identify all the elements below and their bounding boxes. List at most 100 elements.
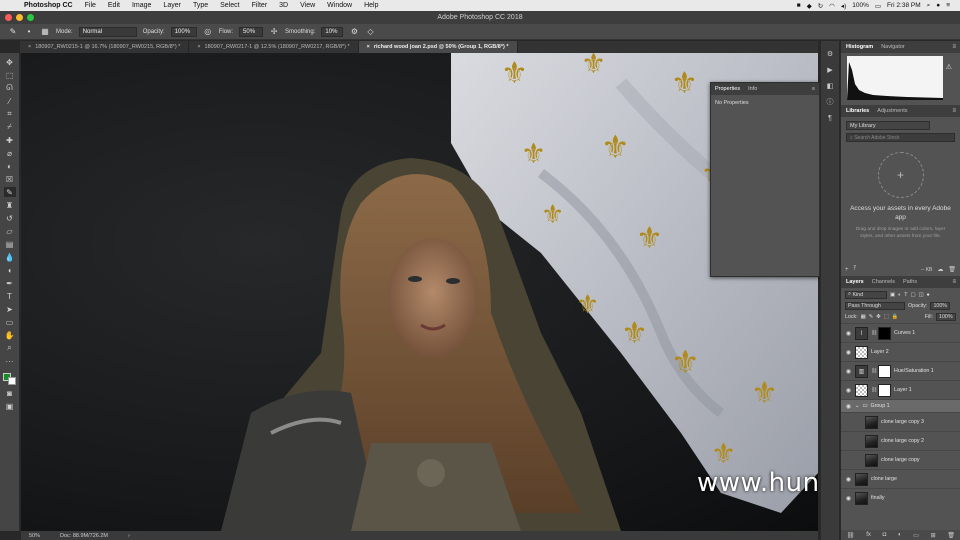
search-icon[interactable]: ⌕ bbox=[927, 2, 931, 10]
tab-document-1[interactable]: × 180907_RW0215-1 @ 16.7% (180907_RW0215… bbox=[20, 41, 190, 53]
lasso-tool-icon[interactable]: ᘏ bbox=[4, 83, 16, 93]
panel-menu-icon[interactable]: ≡ bbox=[952, 108, 956, 114]
layer-name[interactable]: finally bbox=[871, 495, 885, 501]
panel-menu-icon[interactable]: ≡ bbox=[812, 86, 819, 92]
visibility-eye-icon[interactable]: ◉ bbox=[845, 387, 852, 394]
filter-type-icon[interactable]: T bbox=[904, 292, 907, 298]
fill-field[interactable]: 100% bbox=[936, 312, 956, 321]
tab-close-icon[interactable]: × bbox=[197, 44, 200, 50]
menu-image[interactable]: Image bbox=[126, 2, 157, 9]
menu-window[interactable]: Window bbox=[321, 2, 358, 9]
screen-mode-icon[interactable]: ▣ bbox=[4, 401, 16, 411]
lock-all-icon[interactable]: 🔒 bbox=[892, 314, 899, 320]
layer-row[interactable]: clone large copy 3 bbox=[841, 412, 960, 431]
flow-field[interactable]: 50% bbox=[239, 26, 264, 37]
lock-move-icon[interactable]: ✥ bbox=[876, 314, 880, 320]
menu-view[interactable]: View bbox=[294, 2, 321, 9]
tab-properties[interactable]: Properties bbox=[715, 86, 740, 92]
path-select-tool-icon[interactable]: ➤ bbox=[4, 304, 16, 314]
shape-tool-icon[interactable]: ▭ bbox=[4, 317, 16, 327]
healing-brush-tool-icon[interactable]: ✚ bbox=[4, 135, 16, 145]
wifi-icon[interactable]: ◠ bbox=[829, 2, 835, 10]
link-layers-icon[interactable]: ⛓ bbox=[847, 532, 855, 539]
menu-list-icon[interactable]: ≡ bbox=[946, 2, 950, 9]
menu-file[interactable]: File bbox=[79, 2, 102, 9]
filter-pixel-icon[interactable]: ▣ bbox=[890, 292, 895, 298]
lock-artboard-icon[interactable]: ⬚ bbox=[884, 314, 889, 320]
info-panel-icon[interactable]: ⓘ bbox=[825, 97, 835, 107]
mask-link-icon[interactable]: ⛓ bbox=[871, 330, 877, 336]
layer-mask-thumbnail[interactable] bbox=[878, 326, 891, 340]
layer-name[interactable]: Layer 1 bbox=[894, 387, 912, 393]
layer-name[interactable]: Curves 1 bbox=[894, 330, 915, 336]
pen-tool-icon[interactable]: ✒ bbox=[4, 278, 16, 288]
background-color-swatch[interactable] bbox=[7, 377, 16, 385]
filter-shape-icon[interactable]: ▢ bbox=[910, 292, 915, 298]
marquee-tool-icon[interactable]: ⬚ bbox=[4, 70, 16, 80]
history-brush-tool-icon[interactable]: ↺ bbox=[4, 213, 16, 223]
visibility-eye-icon[interactable]: ◉ bbox=[845, 403, 852, 410]
menu-help[interactable]: Help bbox=[358, 2, 384, 9]
brush-settings-icon[interactable]: ▦ bbox=[40, 27, 50, 37]
panel-menu-icon[interactable]: ≡ bbox=[952, 44, 956, 50]
brush-tool-icon[interactable]: ✎ bbox=[3, 187, 16, 197]
more-tools-icon[interactable]: ··· bbox=[4, 356, 16, 366]
tab-adjustments[interactable]: Adjustments bbox=[877, 108, 907, 114]
filter-toggle-icon[interactable]: ● bbox=[927, 292, 930, 298]
layer-mask-thumbnail[interactable] bbox=[878, 383, 891, 397]
layer-group-row[interactable]: ◉ ⌄ ▭ Group 1 bbox=[841, 399, 960, 412]
clone-stamp-tool-icon[interactable]: ♜ bbox=[4, 200, 16, 210]
eraser-tool-icon[interactable]: ▱ bbox=[4, 226, 16, 236]
tab-channels[interactable]: Channels bbox=[872, 279, 895, 285]
hand-tool-icon[interactable]: ✋ bbox=[4, 330, 16, 340]
layer-name[interactable]: clone large copy 3 bbox=[881, 419, 924, 425]
layer-row[interactable]: clone large copy bbox=[841, 450, 960, 469]
menu-edit[interactable]: Edit bbox=[102, 2, 126, 9]
tab-document-3[interactable]: × richard wood joan 2.psd @ 50% (Group 1… bbox=[358, 41, 518, 53]
layer-name[interactable]: clone large copy 2 bbox=[881, 438, 924, 444]
upload-icon[interactable]: ⤒ bbox=[854, 266, 857, 273]
group-expand-chevron-icon[interactable]: ⌄ bbox=[855, 403, 859, 409]
add-content-plus-icon[interactable]: + bbox=[845, 267, 849, 273]
type-tool-icon[interactable]: T bbox=[4, 291, 16, 301]
close-window-button[interactable] bbox=[5, 14, 12, 21]
menu-layer[interactable]: Layer bbox=[157, 2, 187, 9]
sync-icon[interactable]: ↻ bbox=[818, 2, 823, 10]
visibility-eye-icon[interactable]: ◉ bbox=[845, 495, 852, 502]
paragraph-panel-icon[interactable]: ¶ bbox=[825, 113, 835, 123]
user-avatar-icon[interactable]: ● bbox=[936, 2, 940, 9]
layer-opacity-field[interactable]: 100% bbox=[930, 301, 951, 310]
layer-name[interactable]: Group 1 bbox=[870, 403, 889, 409]
visibility-eye-icon[interactable]: ◉ bbox=[845, 349, 852, 356]
layer-name[interactable]: Hue/Saturation 1 bbox=[894, 368, 934, 374]
mask-link-icon[interactable]: ⛓ bbox=[871, 368, 877, 374]
layer-row[interactable]: ◉ ▥ ⛓ Hue/Saturation 1 bbox=[841, 361, 960, 380]
layer-name[interactable]: Layer 2 bbox=[871, 349, 889, 355]
filter-adjust-icon[interactable]: ◐ bbox=[898, 292, 901, 298]
quick-mask-icon[interactable]: ◙ bbox=[4, 388, 16, 398]
adobe-stock-search[interactable]: ⌕ Search Adobe Stock bbox=[846, 133, 955, 142]
tab-paths[interactable]: Paths bbox=[903, 279, 917, 285]
patch-tool-icon[interactable]: ☒ bbox=[4, 174, 16, 184]
smoothing-settings-gear-icon[interactable]: ⚙ bbox=[349, 27, 359, 37]
layer-row[interactable]: ◉ ⌇ ⛓ Curves 1 bbox=[841, 323, 960, 342]
mode-select[interactable]: Normal bbox=[78, 26, 137, 37]
menu-type[interactable]: Type bbox=[187, 2, 214, 9]
color-swatches[interactable] bbox=[2, 373, 17, 385]
camera-icon[interactable]: ■ bbox=[797, 2, 801, 9]
layer-name[interactable]: clone large bbox=[871, 476, 897, 482]
crop-tool-icon[interactable]: ⌗ bbox=[4, 109, 16, 119]
eyedropper-tool-icon[interactable]: ⌿ bbox=[4, 122, 16, 132]
gradient-tool-icon[interactable]: ▤ bbox=[4, 239, 16, 249]
delete-layer-trash-icon[interactable]: 🗑 bbox=[947, 532, 955, 539]
tab-document-2[interactable]: × 180907_RW0217-1 @ 12.5% (180907_RW0217… bbox=[189, 41, 359, 53]
new-group-icon[interactable]: ▭ bbox=[913, 532, 919, 539]
move-tool-icon[interactable]: ✥ bbox=[4, 57, 16, 67]
layer-row[interactable]: ◉ ⛓ Layer 1 bbox=[841, 380, 960, 399]
new-layer-icon[interactable]: ⊞ bbox=[931, 532, 936, 539]
brush-size-icon[interactable]: • bbox=[24, 27, 34, 37]
layer-filter-select[interactable]: ⌕ Kind bbox=[845, 290, 887, 299]
adjustments-panel-icon[interactable]: ◧ bbox=[825, 81, 835, 91]
dodge-tool-icon[interactable]: ◖ bbox=[4, 265, 16, 275]
zoom-tool-icon[interactable]: ⌕ bbox=[4, 343, 16, 353]
